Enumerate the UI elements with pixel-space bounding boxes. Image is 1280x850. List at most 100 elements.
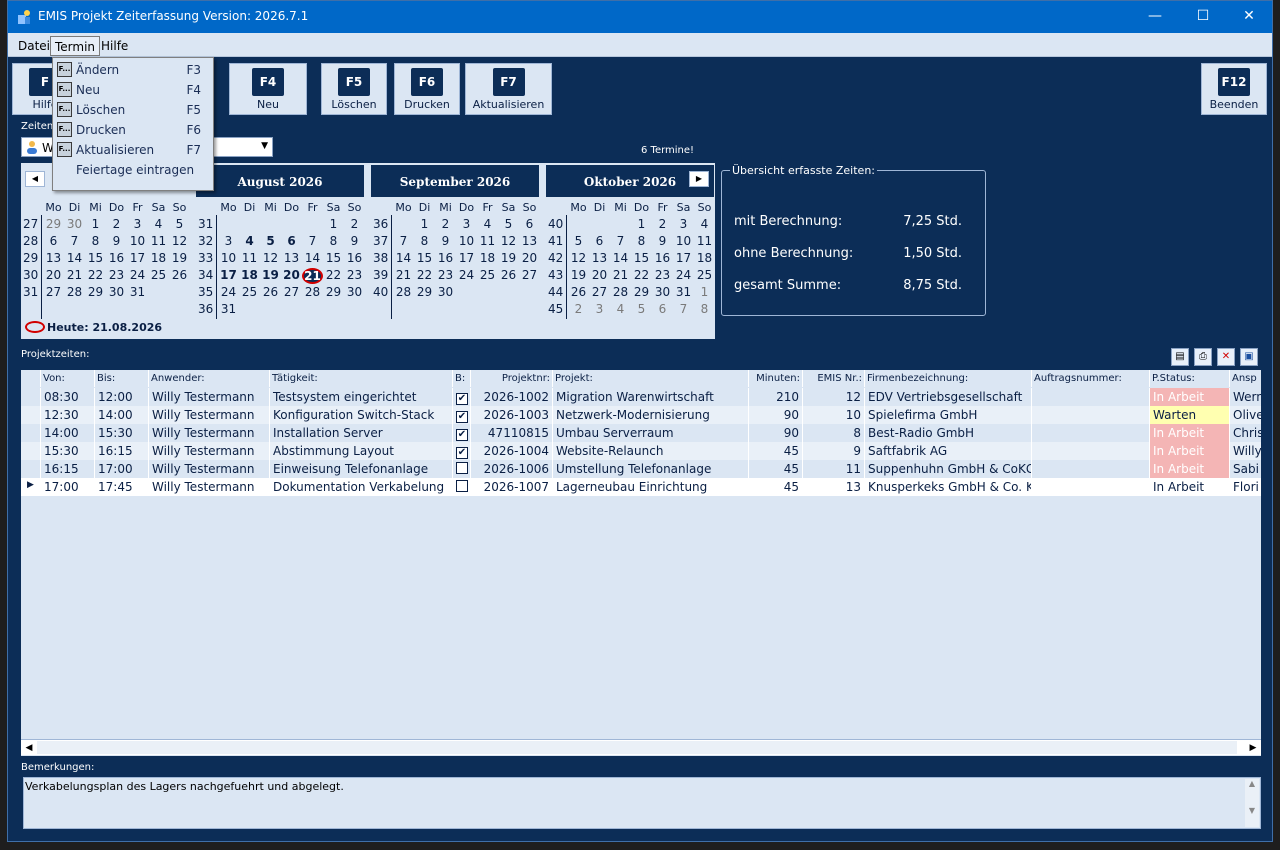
calendar-day[interactable]: 30	[344, 285, 365, 299]
table-cell[interactable]: Website-Relaunch	[553, 442, 749, 460]
table-cell[interactable]: 2026-1002	[471, 388, 553, 406]
scroll-thumb[interactable]	[37, 741, 1237, 754]
calendar-day[interactable]: 1	[414, 217, 435, 231]
menu-termin[interactable]: Termin	[50, 36, 101, 56]
column-header[interactable]: EMIS Nr.:	[803, 370, 865, 387]
calendar-day[interactable]: 1	[85, 217, 106, 231]
calendar-day[interactable]: 3	[456, 217, 477, 231]
calendar-day[interactable]: 13	[519, 234, 540, 248]
calendar-day[interactable]: 1	[631, 217, 652, 231]
table-cell[interactable]: In Arbeit	[1150, 388, 1230, 406]
calendar-day[interactable]: 15	[323, 251, 344, 265]
calendar-day[interactable]: 31	[673, 285, 694, 299]
calendar-day[interactable]: 6	[281, 234, 302, 248]
calendar-day[interactable]: 16	[435, 251, 456, 265]
calendar-day[interactable]: 21	[393, 268, 414, 282]
column-header[interactable]: P.Status:	[1150, 370, 1230, 387]
calendar-day[interactable]: 23	[435, 268, 456, 282]
row-indicator[interactable]	[21, 442, 41, 460]
table-cell[interactable]: Knusperkeks GmbH & Co. KG	[865, 478, 1032, 496]
table-cell[interactable]	[1032, 442, 1150, 460]
maximize-button[interactable]: ☐	[1180, 1, 1226, 33]
calendar-day[interactable]: 17	[456, 251, 477, 265]
bemerkungen-textarea[interactable]: Verkabelungsplan des Lagers nachgefuehrt…	[23, 777, 1261, 829]
calendar-day[interactable]: 31	[127, 285, 148, 299]
berechnung-checkbox-cell[interactable]: ✔	[453, 388, 471, 406]
calendar-day[interactable]: 23	[652, 268, 673, 282]
calendar-day[interactable]: 6	[589, 234, 610, 248]
calendar-day[interactable]: 6	[43, 234, 64, 248]
table-cell[interactable]: Flori	[1230, 478, 1261, 496]
calendar-day[interactable]: 25	[477, 268, 498, 282]
calendar-day[interactable]: 26	[169, 268, 190, 282]
table-cell[interactable]: In Arbeit	[1150, 424, 1230, 442]
calendar-day[interactable]: 3	[673, 217, 694, 231]
save-icon[interactable]: ▣	[1240, 348, 1258, 366]
table-cell[interactable]: 12:30	[41, 406, 95, 424]
calendar-day[interactable]: 11	[477, 234, 498, 248]
checkbox[interactable]: ✔	[456, 411, 468, 423]
calendar-day[interactable]: 17	[673, 251, 694, 265]
calendar-day[interactable]: 28	[64, 285, 85, 299]
table-cell[interactable]: Willy Testermann	[149, 406, 270, 424]
table-cell[interactable]: 12	[803, 388, 865, 406]
table-cell[interactable]: 8	[803, 424, 865, 442]
calendar-day[interactable]: 5	[498, 217, 519, 231]
menu-item-feiertage[interactable]: Feiertage eintragen	[53, 160, 213, 180]
table-row[interactable]: ▶ 17:00 17:45 Willy Testermann Dokumentation…	[21, 478, 1261, 496]
calendar-day[interactable]: 4	[477, 217, 498, 231]
table-cell[interactable]: 17:00	[95, 460, 149, 478]
table-cell[interactable]: 90	[749, 406, 803, 424]
delete-button[interactable]: F5 Löschen	[321, 63, 387, 115]
column-header[interactable]: Ansp	[1230, 370, 1261, 387]
calendar-day[interactable]: 4	[610, 302, 631, 316]
calendar-day[interactable]: 9	[652, 234, 673, 248]
table-cell[interactable]: Saftfabrik AG	[865, 442, 1032, 460]
table-cell[interactable]	[1032, 406, 1150, 424]
scroll-right-icon[interactable]: ▶	[1245, 740, 1261, 756]
calendar-day[interactable]: 20	[519, 251, 540, 265]
scroll-left-icon[interactable]: ◀	[21, 740, 37, 756]
column-header[interactable]: Minuten:	[749, 370, 803, 387]
calendar-day[interactable]: 27	[519, 268, 540, 282]
calendar-day[interactable]: 29	[323, 285, 344, 299]
calendar-day[interactable]: 19	[260, 268, 281, 282]
calendar-day[interactable]: 14	[393, 251, 414, 265]
calendar-day[interactable]: 2	[568, 302, 589, 316]
checkbox[interactable]: ✔	[456, 447, 468, 459]
column-header[interactable]: Bis:	[95, 370, 149, 387]
table-cell[interactable]: Netzwerk-Modernisierung	[553, 406, 749, 424]
table-cell[interactable]: Testsystem eingerichtet	[270, 388, 453, 406]
menu-item-drucken[interactable]: F... Drucken F6	[53, 120, 213, 140]
column-header[interactable]: Tätigkeit:	[270, 370, 453, 387]
calendar-day[interactable]: 10	[456, 234, 477, 248]
calendar-day[interactable]: 4	[239, 234, 260, 248]
printer-icon[interactable]: ⎙	[1194, 348, 1212, 366]
exit-button[interactable]: F12 Beenden	[1201, 63, 1267, 115]
calendar-day[interactable]: 8	[85, 234, 106, 248]
table-cell[interactable]: In Arbeit	[1150, 460, 1230, 478]
calendar-day[interactable]: 19	[498, 251, 519, 265]
table-row[interactable]: 08:30 12:00 Willy Testermann Testsystem ein…	[21, 388, 1261, 406]
table-cell[interactable]: 45	[749, 442, 803, 460]
calendar-day[interactable]: 7	[302, 234, 323, 248]
calendar-day[interactable]: 21	[610, 268, 631, 282]
calendar-day[interactable]: 14	[64, 251, 85, 265]
table-cell[interactable]: Dokumentation Verkabelung	[270, 478, 453, 496]
calendar-day[interactable]: 29	[631, 285, 652, 299]
table-cell[interactable]: 2026-1003	[471, 406, 553, 424]
calendar-day[interactable]: 4	[694, 217, 715, 231]
table-cell[interactable]: 15:30	[95, 424, 149, 442]
calendar-day[interactable]: 19	[568, 268, 589, 282]
calendar-day[interactable]: 23	[106, 268, 127, 282]
table-cell[interactable]	[1032, 388, 1150, 406]
calendar-day[interactable]: 30	[64, 217, 85, 231]
table-cell[interactable]: Willy Testermann	[149, 478, 270, 496]
column-header[interactable]: Auftragsnummer:	[1032, 370, 1150, 387]
calendar-day[interactable]: 30	[106, 285, 127, 299]
table-cell[interactable]: 210	[749, 388, 803, 406]
table-cell[interactable]	[1032, 478, 1150, 496]
table-row[interactable]: 16:15 17:00 Willy Testermann Einweisung Tel…	[21, 460, 1261, 478]
calendar-day[interactable]: 20	[589, 268, 610, 282]
table-row[interactable]: 15:30 16:15 Willy Testermann Abstimmung Lay…	[21, 442, 1261, 460]
